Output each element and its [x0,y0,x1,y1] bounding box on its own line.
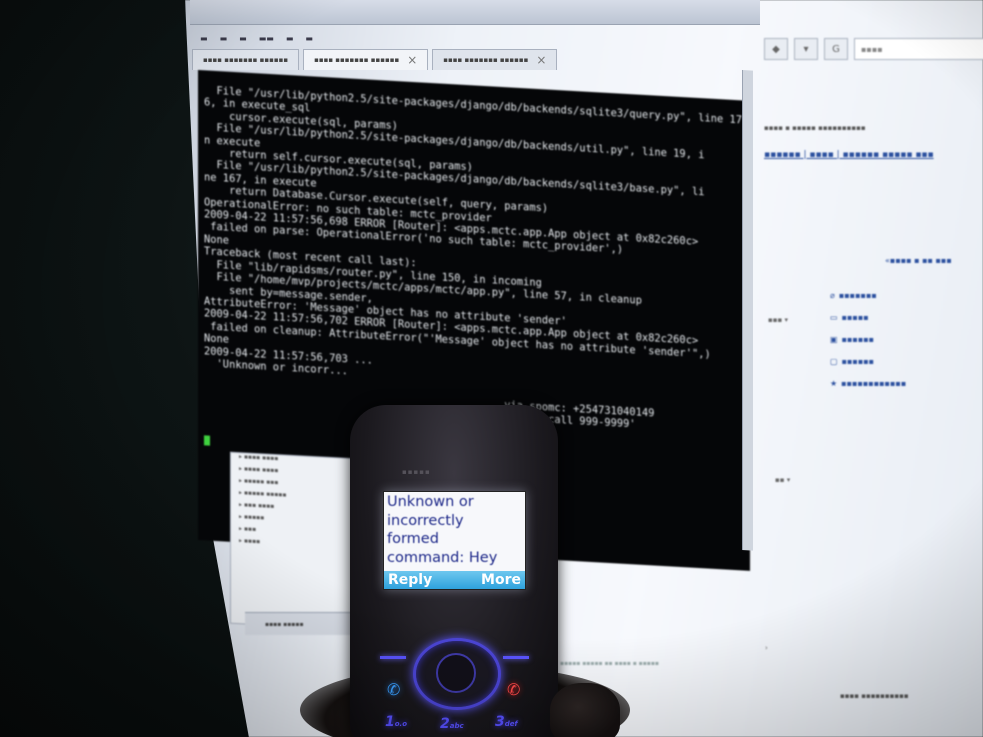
paperclip-icon: ⌀ [830,290,835,300]
attachment-item[interactable]: ▭ ▪▪▪▪▪ [830,306,906,328]
menu-tabs[interactable]: ▬ [286,34,294,43]
tab-terminal-3[interactable]: ▪▪▪▪ ▪▪▪▪▪▪▪ ▪▪▪▪▪▪ × [432,49,558,70]
attachment-item[interactable]: ▢ ▪▪▪▪▪▪ [830,350,906,372]
right-softkey-button[interactable] [503,656,529,659]
thumb [550,683,620,737]
center-select-button[interactable] [436,653,476,693]
dropdown-icon[interactable]: ▾ [794,38,818,60]
status-bar: ▪▪▪▪ ▪▪▪▪▪▪▪▪▪▪ [840,692,909,700]
tab-label-2: ▪▪▪▪ ▪▪▪▪▪▪▪ ▪▪▪▪▪▪ [314,56,400,64]
browser-tab[interactable]: ▪▪▪▪ ▪ ▪▪▪▪▪ ▪▪▪▪▪▪▪▪▪▪ [764,124,866,132]
tab-terminal-2[interactable]: ▪▪▪▪ ▪▪▪▪▪▪▪ ▪▪▪▪▪▪ × [303,49,429,70]
attachment-item[interactable]: ★ ▪▪▪▪▪▪▪▪▪▪▪▪ [830,372,906,394]
sms-line: formed [387,531,439,547]
browser-links[interactable]: ▪▪▪▪▪▪ | ▪▪▪▪ | ▪▪▪▪▪▪ ▪▪▪▪▪ ▪▪▪ [764,150,934,160]
phone-brand-mark: ▪▪▪▪▪ [402,468,431,476]
key-3[interactable]: 3def [495,714,518,730]
side-label: ▪▪ ▾ [775,476,791,484]
softkey-bar: Reply More [384,571,525,589]
tab-terminal-1[interactable]: ▪▪▪▪ ▪▪▪▪▪▪▪ ▪▪▪▪▪▪ [192,49,300,70]
tab-label-3: ▪▪▪▪ ▪▪▪▪▪▪▪ ▪▪▪▪▪▪ [443,56,529,64]
attachment-item[interactable]: ⌀ ▪▪▪▪▪▪▪ [830,284,906,306]
tab-close-icon[interactable]: × [407,53,417,67]
tab-label-1: ▪▪▪▪ ▪▪▪▪▪▪▪ ▪▪▪▪▪▪ [203,56,289,64]
terminal-menubar: ▬ ▬ ▬ ▬▬ ▬ ▬ [192,30,760,46]
side-label: › [765,644,768,652]
document-icon: ▢ [830,356,838,366]
sms-message: Unknown or incorrectly formed command: H… [387,493,523,567]
terminal-text: File "/usr/lib/python2.5/site-packages/d… [204,85,742,431]
left-softkey-button[interactable] [380,656,406,659]
menu-help[interactable]: ▬ [305,34,313,43]
terminal-scrollbar[interactable] [742,70,753,551]
call-icon[interactable]: ✆ [387,680,400,699]
browser-toolbar: ◆ ▾ G ▪▪▪▪ [760,36,983,62]
key-1[interactable]: 1o.o [385,714,407,730]
sms-line: incorrectly [387,512,464,529]
key-2[interactable]: 2abc [440,716,464,732]
menu-view[interactable]: ▬ [239,34,247,43]
document-icon: ▭ [830,312,838,322]
bookmark-icon[interactable]: ◆ [764,38,788,60]
star-icon: ★ [830,378,838,388]
search-input[interactable]: ▪▪▪▪ [854,38,983,60]
document-icon: ▣ [830,334,838,344]
search-engine-icon[interactable]: G [824,38,848,60]
more-softkey[interactable]: More [481,572,521,588]
attachment-item[interactable]: ▣ ▪▪▪▪▪▪ [830,328,906,350]
pager[interactable]: «▪▪▪▪ ▪ ▪▪ ▪▪▪ [885,256,952,265]
menu-file[interactable]: ▬ [200,34,208,43]
end-call-icon[interactable]: ✆ [507,680,520,699]
attachment-list: ⌀ ▪▪▪▪▪▪▪ ▭ ▪▪▪▪▪ ▣ ▪▪▪▪▪▪ ▢ ▪▪▪▪▪▪ ★ ▪▪▪▪▪▪▪… [830,284,906,394]
terminal-cursor [204,435,210,446]
sms-line: Unknown or [387,494,474,510]
sms-line: command: Hey [387,549,498,566]
window-titlebar [190,0,760,25]
photo-scene: ▬ ▬ ▬ ▬▬ ▬ ▬ ▪▪▪▪ ▪▪▪▪▪▪▪ ▪▪▪▪▪▪ ▪▪▪▪ ▪▪… [0,0,983,737]
tab-close-icon[interactable]: × [536,53,546,67]
menu-edit[interactable]: ▬ [220,34,228,43]
side-label: ▪▪▪ ▾ [768,316,788,324]
reply-softkey[interactable]: Reply [388,572,432,588]
background-window: ▸ ▪▪▪▪ ▪▪▪▪ ▸ ▪▪▪▪ ▪▪▪▪ ▸ ▪▪▪▪▪ ▪▪▪ ▸ ▪▪… [230,451,357,631]
faint-footer: ▪▪▪▪▪ ▪▪▪▪▪ ▪▪ ▪▪▪▪ ▪ ▪▪▪▪▪ [560,660,659,667]
terminal-tabs: ▪▪▪▪ ▪▪▪▪▪▪▪ ▪▪▪▪▪▪ ▪▪▪▪ ▪▪▪▪▪▪▪ ▪▪▪▪▪▪ ×… [192,46,752,70]
menu-terminal[interactable]: ▬▬ [259,34,274,43]
phone-screen: Unknown or incorrectly formed command: H… [383,491,526,590]
